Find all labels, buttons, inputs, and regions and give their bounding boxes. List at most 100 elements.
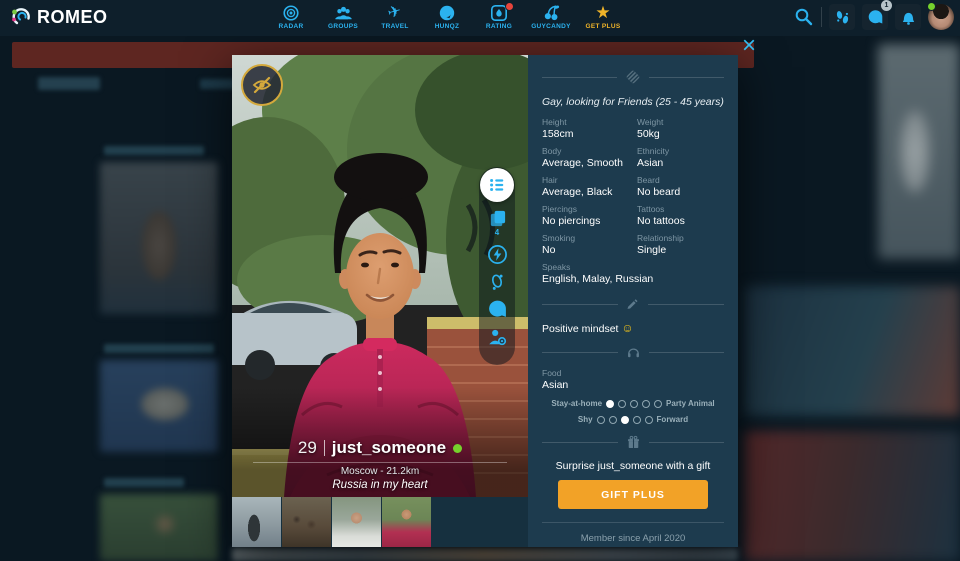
- romeo-logo[interactable]: ROMEO: [10, 5, 108, 29]
- contact-options-button[interactable]: [487, 327, 507, 347]
- scale-dot: [609, 416, 617, 424]
- bell-icon: [900, 9, 917, 26]
- scale-dot: [642, 400, 650, 408]
- attribute-item: BeardNo beard: [637, 175, 724, 198]
- photos-icon: [488, 209, 507, 228]
- top-nav-bar: ROMEO RADAR GROUPS ✈ TRAVEL: [0, 0, 960, 36]
- attribute-item: HairAverage, Black: [542, 175, 629, 198]
- attribute-item: BodyAverage, Smooth: [542, 146, 629, 169]
- profile-details-icon: [625, 69, 641, 85]
- background-tile: [100, 494, 218, 561]
- chat-icon: [867, 9, 884, 26]
- footer-divider: [542, 522, 724, 523]
- profile-age: 29: [298, 438, 317, 458]
- attribute-item: RelationshipSingle: [637, 233, 724, 256]
- details-panel: Gay, looking for Friends (25 - 45 years)…: [528, 55, 738, 547]
- name-separator: [324, 440, 325, 456]
- footprints-icon: [834, 9, 851, 26]
- about-text: Positive mindset ☺: [542, 321, 724, 335]
- scale-dots: [606, 400, 662, 408]
- speaks-label: Speaks: [542, 262, 724, 272]
- scale-dot: [606, 400, 614, 408]
- nav-item-hunqz[interactable]: HUNQZ: [424, 2, 470, 30]
- section-divider-gift: [542, 435, 724, 450]
- speaks-block: Speaks English, Malay, Russian: [542, 262, 724, 285]
- nav-item-guycandy[interactable]: GUYCANDY: [528, 2, 574, 30]
- footprint-icon: [487, 272, 507, 292]
- attribute-item: Weight50kg: [637, 117, 724, 140]
- details-list-icon: [488, 176, 506, 194]
- gift-plus-button[interactable]: GIFT PLUS: [558, 480, 708, 509]
- footprints-button[interactable]: [829, 4, 855, 30]
- attributes-grid: Height158cmWeight50kgBodyAverage, Smooth…: [542, 117, 724, 256]
- background-tile: [100, 162, 218, 314]
- chat-bubble-icon: [487, 299, 508, 320]
- nav-right-cluster: 1: [794, 4, 954, 30]
- nav-divider: [821, 7, 822, 27]
- profile-location: Moscow - 21.2km: [232, 466, 528, 477]
- brand-name: ROMEO: [37, 7, 108, 28]
- nav-item-radar[interactable]: RADAR: [268, 2, 314, 30]
- gift-prompt: Surprise just_someone with a gift: [542, 460, 724, 472]
- messages-count-badge: 1: [881, 0, 892, 11]
- scale-dot: [630, 400, 638, 408]
- thumbnail-2[interactable]: [282, 497, 331, 547]
- seeking-summary: Gay, looking for Friends (25 - 45 years): [542, 96, 724, 108]
- profile-photo[interactable]: 29 just_someone Moscow - 21.2km Russia i…: [232, 55, 528, 497]
- nav-item-rating[interactable]: RATING: [476, 2, 522, 30]
- profile-modal: 29 just_someone Moscow - 21.2km Russia i…: [232, 55, 738, 547]
- details-tab-button[interactable]: [480, 168, 514, 202]
- nav-item-get-plus[interactable]: ★ GET PLUS: [580, 2, 626, 30]
- scale-dot: [621, 416, 629, 424]
- scale-dot: [618, 400, 626, 408]
- background-strip: [232, 548, 738, 561]
- smiley-icon: ☺: [621, 321, 633, 335]
- nav-item-travel[interactable]: ✈ TRAVEL: [372, 2, 418, 30]
- background-tab: [38, 77, 100, 90]
- eye-off-icon: [250, 73, 274, 97]
- my-profile-avatar[interactable]: [928, 4, 954, 30]
- background-tile: [745, 286, 960, 416]
- food-label: Food: [542, 368, 724, 378]
- search-icon[interactable]: [794, 7, 814, 27]
- profile-headline: Russia in my heart: [232, 479, 528, 491]
- scale-dot: [645, 416, 653, 424]
- groups-icon: [334, 4, 353, 22]
- headphones-icon: [626, 345, 641, 360]
- scale-dot: [654, 400, 662, 408]
- food-value: Asian: [542, 379, 724, 391]
- travel-icon: ✈: [386, 3, 404, 24]
- action-rail: 4: [479, 167, 515, 365]
- photo-count: 4: [495, 229, 499, 237]
- radar-icon: [282, 4, 300, 22]
- section-divider-details: [542, 69, 724, 85]
- photo-column: 29 just_someone Moscow - 21.2km Russia i…: [232, 55, 528, 547]
- quickshare-button[interactable]: [487, 244, 508, 265]
- thumbnail-3[interactable]: [332, 497, 381, 547]
- nav-item-groups[interactable]: GROUPS: [320, 2, 366, 30]
- background-heading: [104, 344, 214, 353]
- profile-identity: 29 just_someone Moscow - 21.2km Russia i…: [232, 438, 528, 491]
- food-block: Food Asian: [542, 368, 724, 391]
- get-plus-icon: ★: [595, 4, 610, 22]
- scale-dots: [597, 416, 653, 424]
- online-status-dot: [453, 444, 462, 453]
- close-icon[interactable]: ×: [736, 33, 762, 59]
- notifications-button[interactable]: [895, 4, 921, 30]
- footprint-button[interactable]: [487, 272, 507, 292]
- thumbnail-4[interactable]: [382, 497, 431, 547]
- thumbnail-1[interactable]: [232, 497, 281, 547]
- scale-stay-at-home: Stay-at-home Party Animal: [542, 399, 724, 408]
- message-button[interactable]: [487, 299, 508, 320]
- nav-menu: RADAR GROUPS ✈ TRAVEL HUNQZ: [268, 2, 626, 30]
- photos-tab-button[interactable]: 4: [488, 209, 507, 237]
- stealth-mode-badge: [241, 64, 283, 106]
- messages-button[interactable]: 1: [862, 4, 888, 30]
- section-divider-lifestyle: [542, 345, 724, 360]
- background-tile: [100, 360, 218, 452]
- section-divider-about: [542, 297, 724, 311]
- user-settings-icon: [487, 327, 507, 347]
- scale-shy: Shy Forward: [542, 415, 724, 424]
- member-since: Member since April 2020: [542, 533, 724, 544]
- name-divider: [253, 462, 508, 463]
